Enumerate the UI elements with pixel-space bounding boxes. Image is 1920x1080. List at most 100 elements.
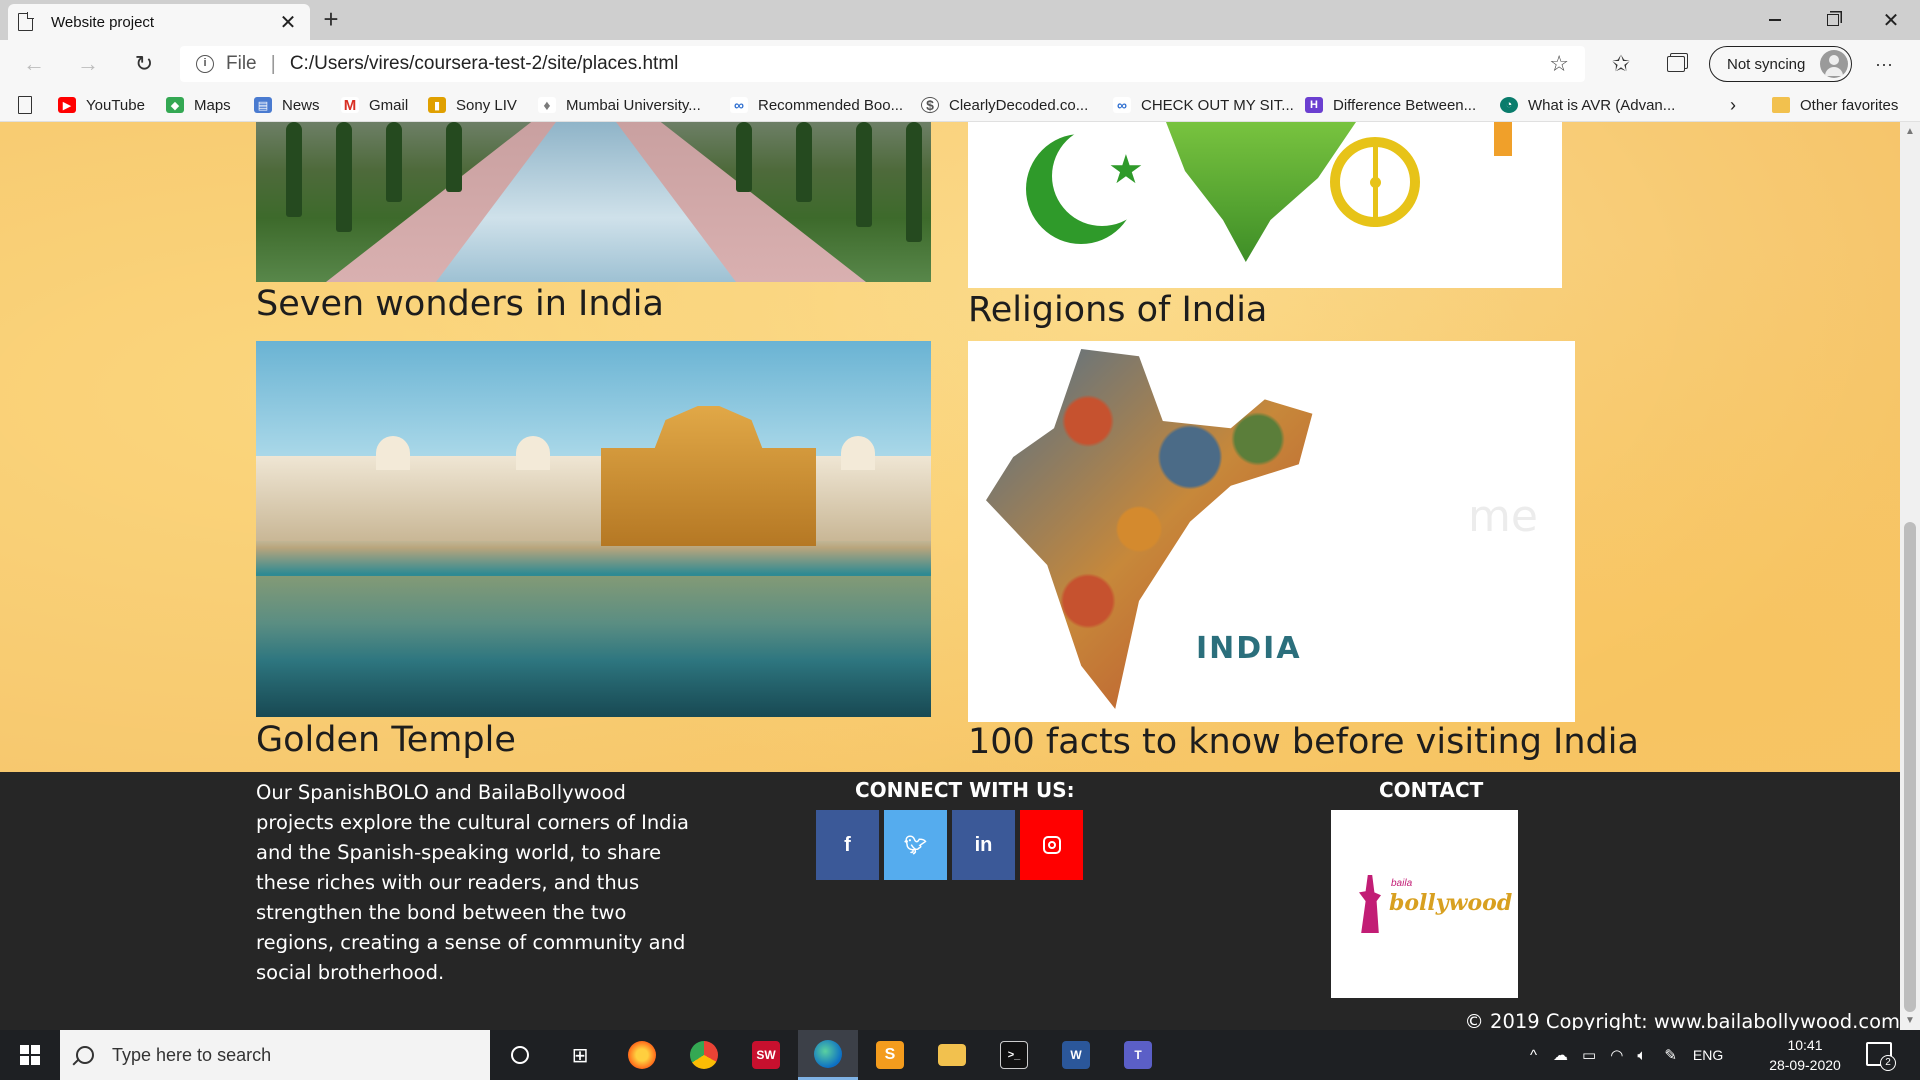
firefox-taskbar-button[interactable]	[612, 1030, 672, 1080]
scrollbar-thumb[interactable]	[1904, 522, 1916, 1012]
restore-button[interactable]	[1804, 0, 1862, 40]
clock-date: 28-09-2020	[1769, 1057, 1841, 1073]
address-bar[interactable]: i File | C:/Users/vires/coursera-test-2/…	[180, 46, 1585, 82]
favorites-bar: ▶ YouTube ◆ Maps ▤ News M Gmail ▮ Sony LIV ♦ M…	[0, 88, 1920, 122]
language-indicator[interactable]: ENG	[1693, 1047, 1723, 1063]
india-culture-map-image[interactable]: INDIA me	[968, 341, 1575, 722]
back-button[interactable]: ←	[18, 50, 50, 78]
new-tab-button[interactable]: +	[316, 6, 346, 32]
chrome-taskbar-button[interactable]	[674, 1030, 734, 1080]
sync-status-label: Not syncing	[1727, 55, 1806, 73]
teams-icon: T	[1124, 1041, 1152, 1069]
site-footer: Our SpanishBOLO and BailaBollywood proje…	[0, 772, 1900, 1030]
instagram-button[interactable]	[1020, 810, 1083, 880]
browser-title-bar: Website project ✕ + ✕	[0, 0, 1920, 40]
favorites-list-icon: ✩	[1611, 51, 1631, 76]
add-favorite-star-icon[interactable]: ☆	[1549, 51, 1569, 77]
water-reflection	[256, 576, 931, 717]
linkedin-button[interactable]: in	[952, 810, 1015, 880]
bookmark-youtube[interactable]: ▶ YouTube	[58, 94, 145, 116]
more-bookmarks-button[interactable]: ›	[1730, 94, 1736, 116]
bookmark-difference-between[interactable]: H Difference Between...	[1305, 94, 1476, 116]
vertical-scrollbar[interactable]: ▲ ▼	[1900, 122, 1920, 1030]
scroll-down-icon[interactable]: ▼	[1905, 1015, 1915, 1026]
dome-shape	[376, 436, 410, 470]
taskbar-search-box[interactable]: Type here to search	[60, 1030, 490, 1080]
other-favorites-folder[interactable]: Other favorites	[1772, 94, 1898, 116]
teams-taskbar-button[interactable]: T	[1108, 1030, 1168, 1080]
battery-icon[interactable]: ▭	[1582, 1046, 1596, 1064]
card-title-100-facts[interactable]: 100 facts to know before visiting India	[968, 722, 1639, 762]
solidworks-taskbar-button[interactable]: SW	[736, 1030, 796, 1080]
bookmark-what-is-avr[interactable]: ◔ What is AVR (Advan...	[1500, 94, 1675, 116]
refresh-button[interactable]: ↻	[128, 50, 160, 78]
browser-tab[interactable]: Website project ✕	[8, 4, 310, 40]
card-title-religions[interactable]: Religions of India	[968, 290, 1267, 330]
word-taskbar-button[interactable]: W	[1046, 1030, 1106, 1080]
url-text[interactable]: C:/Users/vires/coursera-test-2/site/plac…	[290, 53, 1549, 75]
edge-taskbar-button[interactable]	[798, 1030, 858, 1080]
site-info-icon[interactable]: i	[196, 55, 214, 73]
bookmark-label: Difference Between...	[1333, 96, 1477, 114]
twitter-button[interactable]: 🐦︎	[884, 810, 947, 880]
favorites-button[interactable]: ✩	[1605, 50, 1637, 78]
file-explorer-taskbar-button[interactable]	[922, 1030, 982, 1080]
link-icon: ∞	[1113, 97, 1131, 113]
sublime-taskbar-button[interactable]: S	[860, 1030, 920, 1080]
restore-icon	[1827, 14, 1839, 26]
cortana-button[interactable]	[490, 1030, 550, 1080]
link-icon: ∞	[730, 97, 748, 113]
show-hidden-icons-chevron-up-icon[interactable]: ^	[1530, 1047, 1537, 1064]
bookmark-news[interactable]: ▤ News	[254, 94, 320, 116]
system-tray: ^ ☁ ▭ ◠ 🔈︎ ✎ ENG	[1530, 1030, 1723, 1080]
forward-arrow-icon: →	[77, 51, 99, 76]
watermark: me	[1468, 491, 1538, 542]
collections-button[interactable]	[1660, 50, 1692, 78]
taj-mahal-garden-image[interactable]	[256, 122, 931, 282]
system-clock[interactable]: 10:41 28-09-2020	[1760, 1035, 1850, 1075]
chrome-icon	[690, 1041, 718, 1069]
logo-small-text: baila	[1391, 878, 1413, 889]
close-tab-button[interactable]: ✕	[276, 10, 300, 35]
card-title-seven-wonders[interactable]: Seven wonders in India	[256, 284, 664, 324]
profile-sync-button[interactable]: Not syncing	[1709, 46, 1852, 82]
bookmarks-page-icon[interactable]	[18, 94, 32, 116]
golden-temple-image[interactable]	[256, 341, 931, 717]
bookmark-gmail[interactable]: M Gmail	[341, 94, 408, 116]
action-center-button[interactable]: 2	[1866, 1042, 1896, 1071]
bookmark-maps[interactable]: ◆ Maps	[166, 94, 231, 116]
start-button[interactable]	[0, 1030, 60, 1080]
minimize-button[interactable]	[1746, 0, 1804, 40]
settings-menu-button[interactable]: ···	[1868, 50, 1900, 78]
scroll-up-icon[interactable]: ▲	[1905, 126, 1915, 137]
cypress-tree	[336, 122, 352, 232]
onedrive-cloud-icon[interactable]: ☁	[1553, 1046, 1568, 1064]
task-view-button[interactable]: ⊞	[550, 1030, 610, 1080]
facebook-button[interactable]: f	[816, 810, 879, 880]
volume-icon[interactable]: 🔈︎	[1637, 1047, 1646, 1064]
linkedin-icon: in	[974, 833, 993, 856]
bailabollywood-logo[interactable]: baila bollywood	[1331, 810, 1518, 998]
solidworks-icon: SW	[752, 1041, 780, 1069]
cypress-tree	[736, 122, 752, 192]
card-title-golden-temple[interactable]: Golden Temple	[256, 720, 516, 760]
terminal-taskbar-button[interactable]: >_	[984, 1030, 1044, 1080]
search-icon	[76, 1046, 94, 1064]
pen-icon[interactable]: ✎	[1664, 1046, 1677, 1064]
cypress-tree	[906, 122, 922, 242]
bookmark-check-out-my-site[interactable]: ∞ CHECK OUT MY SIT...	[1113, 94, 1294, 116]
close-window-button[interactable]: ✕	[1862, 0, 1920, 40]
bookmark-sonyliv[interactable]: ▮ Sony LIV	[428, 94, 517, 116]
bookmark-clearlydecoded[interactable]: $ ClearlyDecoded.co...	[921, 94, 1088, 116]
bookmark-recommended[interactable]: ∞ Recommended Boo...	[730, 94, 903, 116]
site-icon: ◔	[1500, 97, 1518, 113]
wifi-icon[interactable]: ◠	[1610, 1046, 1623, 1064]
dancer-figure	[1359, 875, 1381, 933]
bookmark-label: What is AVR (Advan...	[1528, 96, 1676, 114]
religions-symbols-image[interactable]: ★	[968, 122, 1562, 288]
forward-button[interactable]: →	[72, 50, 104, 78]
dharma-wheel-icon	[1330, 137, 1420, 227]
document-icon	[18, 96, 32, 114]
bookmark-mumbai-university[interactable]: ♦ Mumbai University...	[538, 94, 701, 116]
dome-shape	[841, 436, 875, 470]
